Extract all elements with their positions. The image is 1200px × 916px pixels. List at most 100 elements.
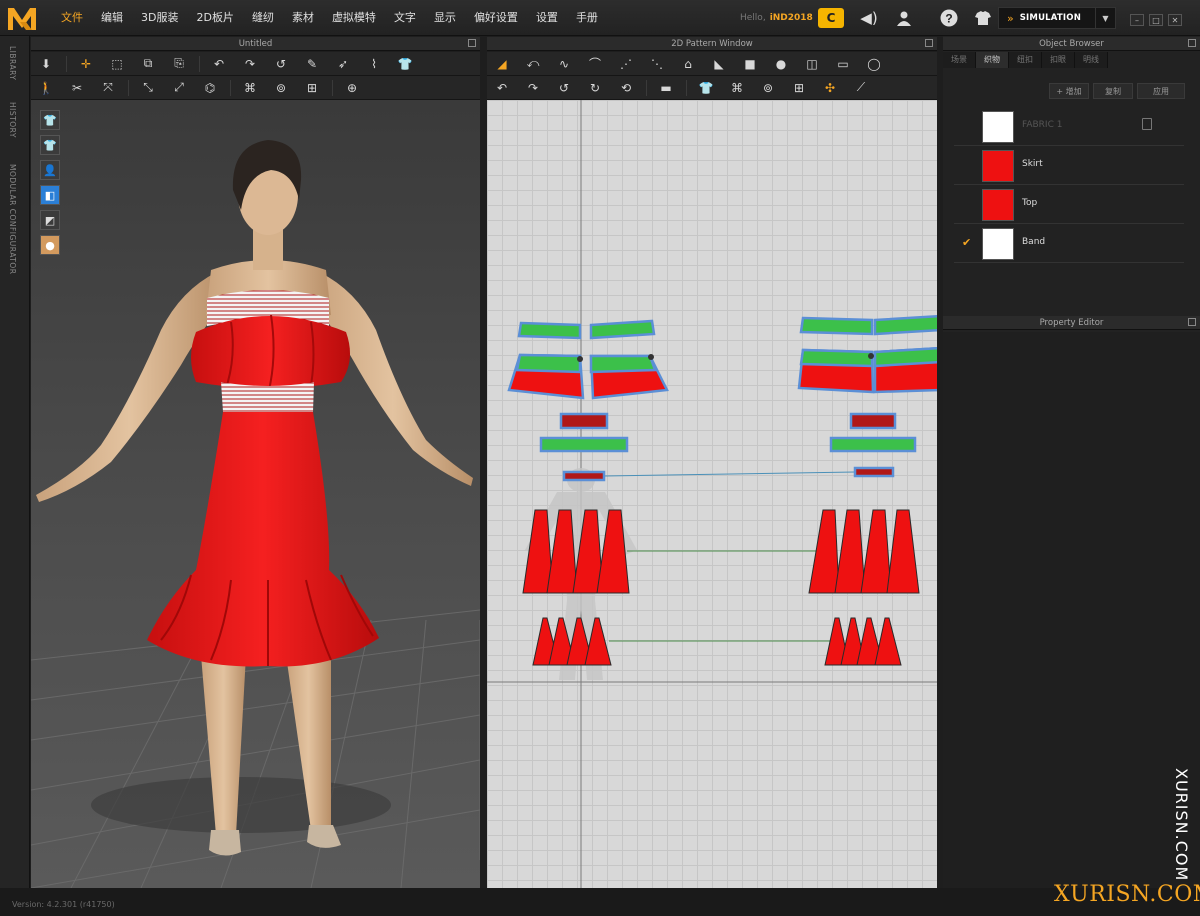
tab-buttonhole[interactable]: 扣眼 bbox=[1042, 52, 1075, 68]
texture-display-icon[interactable]: ◧ bbox=[40, 185, 60, 205]
side-tab-library[interactable]: LIBRARY bbox=[8, 46, 17, 80]
fabric-row-skirt[interactable]: Skirt bbox=[954, 146, 1184, 185]
user-icon[interactable] bbox=[893, 8, 915, 28]
fabric-row-top[interactable]: Top bbox=[954, 185, 1184, 224]
needle-icon[interactable]: ✂ bbox=[66, 78, 88, 98]
segment-seam-icon[interactable]: ↶ bbox=[491, 78, 513, 98]
down-arrow-icon[interactable]: ⬇ bbox=[35, 54, 57, 74]
fabric-row-fabric-1[interactable]: FABRIC 1 bbox=[954, 107, 1184, 146]
polygon-icon[interactable]: ◣ bbox=[708, 54, 730, 74]
button-icon[interactable]: ⊚ bbox=[757, 78, 779, 98]
internal-rectangle-icon[interactable]: ▭ bbox=[832, 54, 854, 74]
edit-texture-icon[interactable]: ⌘ bbox=[726, 78, 748, 98]
help-icon[interactable]: ? bbox=[938, 8, 960, 28]
circle-icon[interactable]: ● bbox=[770, 54, 792, 74]
undock-icon[interactable] bbox=[1188, 318, 1196, 326]
menu-2d-pattern[interactable]: 2D板片 bbox=[187, 0, 242, 36]
menu-file[interactable]: 文件 bbox=[52, 0, 92, 36]
close-icon[interactable]: ✕ bbox=[1168, 14, 1182, 26]
fabric-render-icon[interactable]: ◩ bbox=[40, 210, 60, 230]
measure-icon[interactable]: ⌇ bbox=[363, 54, 385, 74]
app-logo[interactable] bbox=[6, 4, 38, 32]
measure-line-icon[interactable]: ⟋ bbox=[850, 78, 872, 98]
menu-materials[interactable]: 素材 bbox=[283, 0, 323, 36]
fold-icon[interactable]: ⎘ bbox=[168, 54, 190, 74]
rectangle-icon[interactable]: ■ bbox=[739, 54, 761, 74]
free-sewing-icon[interactable]: ⤡ bbox=[137, 78, 159, 98]
tack-icon[interactable]: ↶ bbox=[208, 54, 230, 74]
tab-fabric[interactable]: 织物 bbox=[976, 52, 1009, 68]
tack-on-arrangement-icon[interactable]: ↷ bbox=[239, 54, 261, 74]
transform-icon[interactable]: ⧉ bbox=[137, 54, 159, 74]
pattern-2d-canvas[interactable] bbox=[487, 100, 937, 888]
tack-surface-icon[interactable]: ↺ bbox=[270, 54, 292, 74]
avatar-display-icon[interactable]: 👤 bbox=[40, 160, 60, 180]
menu-edit[interactable]: 编辑 bbox=[92, 0, 132, 36]
avatar-pose-icon[interactable]: 🚶 bbox=[35, 78, 57, 98]
grain-line-icon[interactable]: ▬ bbox=[655, 78, 677, 98]
cloud-icon[interactable]: C bbox=[818, 8, 844, 28]
menu-settings[interactable]: 设置 bbox=[527, 0, 567, 36]
stitch-icon[interactable]: ↻ bbox=[584, 78, 606, 98]
add-fabric-button[interactable]: + 增加 bbox=[1049, 83, 1089, 99]
tab-topstitch[interactable]: 明线 bbox=[1075, 52, 1108, 68]
speaker-icon[interactable]: ◀) bbox=[858, 8, 880, 28]
transform-pattern-icon[interactable]: ◢ bbox=[491, 54, 513, 74]
status-bar: Version: 4.2.301 (r41750) bbox=[0, 888, 1200, 916]
copy-fabric-button[interactable]: 复制 bbox=[1093, 83, 1133, 99]
edit-curvature-icon[interactable]: ⌒ bbox=[584, 54, 606, 74]
shirt-icon[interactable]: 👕 bbox=[394, 54, 416, 74]
menu-display[interactable]: 显示 bbox=[425, 0, 465, 36]
buttonhole-icon[interactable]: ⊞ bbox=[788, 78, 810, 98]
garment-solid-icon[interactable]: 👕 bbox=[40, 110, 60, 130]
minimize-icon[interactable]: – bbox=[1130, 14, 1144, 26]
garment-plus-icon[interactable] bbox=[972, 8, 994, 28]
puckering-icon[interactable]: ⌬ bbox=[199, 78, 221, 98]
button-icon[interactable]: ⊚ bbox=[270, 78, 292, 98]
undock-icon[interactable] bbox=[1188, 39, 1196, 47]
arrange-icon[interactable]: ✣ bbox=[819, 78, 841, 98]
strap-icon[interactable]: ➶ bbox=[332, 54, 354, 74]
internal-circle-icon[interactable]: ◯ bbox=[863, 54, 885, 74]
garment-mesh-icon[interactable]: 👕 bbox=[40, 135, 60, 155]
seam-check-icon[interactable]: ↺ bbox=[553, 78, 575, 98]
menu-preferences[interactable]: 偏好设置 bbox=[465, 0, 527, 36]
menu-text[interactable]: 文字 bbox=[385, 0, 425, 36]
segment-sewing-icon[interactable]: ⤧ bbox=[97, 78, 119, 98]
shirt-icon[interactable]: 👕 bbox=[695, 78, 717, 98]
undock-icon[interactable] bbox=[468, 39, 476, 47]
chevron-down-icon[interactable]: ▼ bbox=[1095, 8, 1115, 28]
maximize-icon[interactable]: □ bbox=[1149, 14, 1163, 26]
edit-sewing-icon[interactable]: ⤢ bbox=[168, 78, 190, 98]
avatar-skin-icon[interactable]: ● bbox=[40, 235, 60, 255]
cut-line-icon[interactable]: ⋱ bbox=[646, 54, 668, 74]
tab-scene[interactable]: 场景 bbox=[943, 52, 976, 68]
fold-arrangement-icon[interactable]: ⟲ bbox=[615, 78, 637, 98]
trash-icon[interactable] bbox=[1142, 118, 1152, 130]
box-select-icon[interactable]: ⬚ bbox=[106, 54, 128, 74]
zipper-icon[interactable]: ⊕ bbox=[341, 78, 363, 98]
texture-edit-icon[interactable]: ⌘ bbox=[239, 78, 261, 98]
fabric-row-band[interactable]: ✔ Band bbox=[954, 224, 1184, 263]
undock-icon[interactable] bbox=[925, 39, 933, 47]
menu-avatar[interactable]: 虚拟模特 bbox=[323, 0, 385, 36]
tab-button[interactable]: 纽扣 bbox=[1009, 52, 1042, 68]
side-tab-modular-configurator[interactable]: MODULAR CONFIGURATOR bbox=[8, 164, 17, 274]
edit-curve-point-icon[interactable]: ∿ bbox=[553, 54, 575, 74]
house-icon[interactable]: ⌂ bbox=[677, 54, 699, 74]
apply-fabric-button[interactable]: 应用 bbox=[1137, 83, 1185, 99]
simulation-toggle[interactable]: » SIMULATION ▼ bbox=[998, 7, 1116, 29]
menu-sewing[interactable]: 缝纫 bbox=[243, 0, 283, 36]
edit-pattern-icon[interactable]: ⤺ bbox=[522, 54, 544, 74]
internal-polygon-icon[interactable]: ◫ bbox=[801, 54, 823, 74]
double-chevron-icon: » bbox=[1007, 11, 1014, 25]
pin-icon[interactable]: ✎ bbox=[301, 54, 323, 74]
free-seam-icon[interactable]: ↷ bbox=[522, 78, 544, 98]
side-tab-history[interactable]: HISTORY bbox=[8, 102, 17, 138]
menu-manual[interactable]: 手册 bbox=[567, 0, 607, 36]
graphic-icon[interactable]: ⊞ bbox=[301, 78, 323, 98]
select-move-icon[interactable]: ✛ bbox=[75, 54, 97, 74]
viewport-3d[interactable]: 👕 👕 👤 ◧ ◩ ● bbox=[31, 100, 480, 888]
add-point-icon[interactable]: ⋰ bbox=[615, 54, 637, 74]
menu-3d-garment[interactable]: 3D服装 bbox=[132, 0, 187, 36]
